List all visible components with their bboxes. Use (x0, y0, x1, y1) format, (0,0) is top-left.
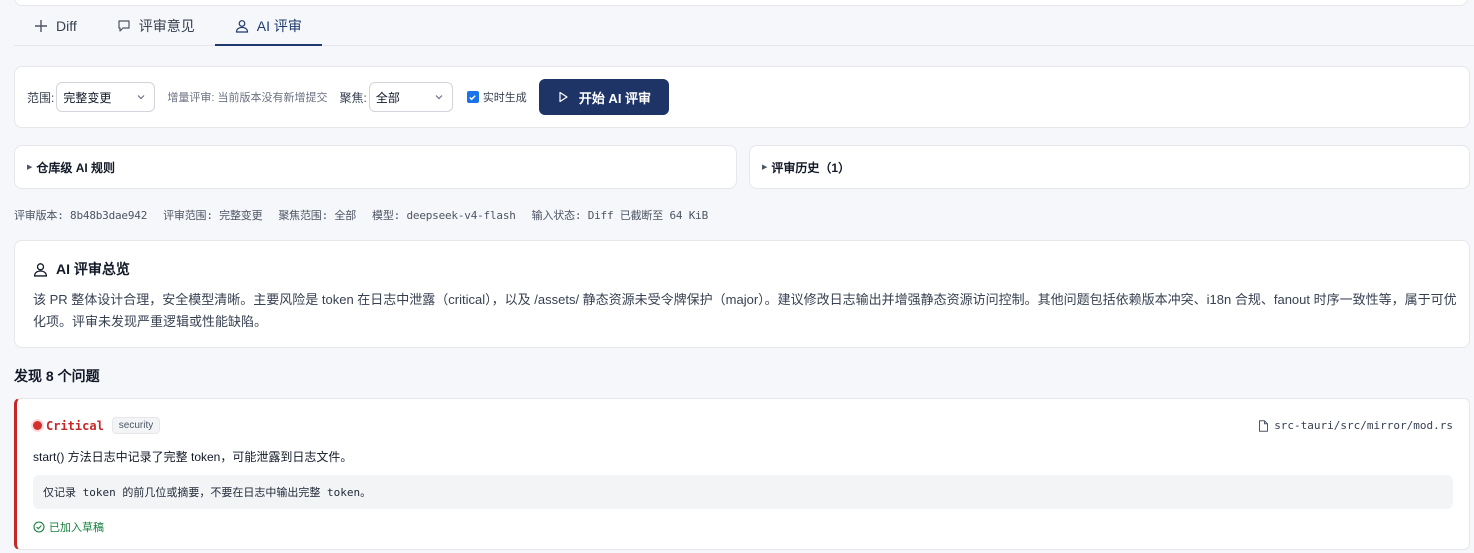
start-ai-review-label: 开始 AI 评审 (578, 90, 652, 106)
scope-select-value: 完整变更 (63, 90, 112, 105)
summary-heading: AI 评审总览 (33, 259, 1451, 279)
realtime-toggle[interactable]: 实时生成 (466, 89, 527, 105)
category-tag: security (111, 417, 161, 434)
repo-rules-panel[interactable]: ▶ 仓库级 AI 规则 (14, 145, 737, 189)
severity-badge: Critical (33, 419, 104, 433)
issues-count-title: 发现 8 个问题 (14, 368, 100, 384)
chevron-down-icon (435, 95, 443, 100)
tab-review-comments[interactable]: 评审意见 (97, 6, 215, 45)
tab-diff-label: Diff (56, 17, 77, 34)
scope-label: 范围: (27, 90, 55, 105)
summary-body: 该 PR 整体设计合理，安全模型清晰。主要风险是 token 在日志中泄露（cr… (33, 292, 1457, 329)
check-circle-icon (33, 521, 45, 533)
issue-card: Critical security src-tauri/src/mirror/m… (14, 398, 1470, 550)
focus-select[interactable]: 全部 (368, 82, 453, 112)
review-history-panel[interactable]: ▶ 评审历史（1） (749, 145, 1470, 189)
tab-ai-review-label: AI 评审 (256, 17, 302, 34)
comment-icon (118, 19, 130, 32)
tab-ai-review[interactable]: AI 评审 (214, 6, 323, 46)
meta-focus: 聚焦范围: 全部 (278, 209, 357, 222)
user-icon (235, 19, 248, 33)
meta-input-status: 输入状态: Diff 已截断至 64 KiB (531, 209, 709, 222)
added-to-draft-status: 已加入草稿 (33, 519, 1453, 535)
start-ai-review-button[interactable]: 开始 AI 评审 (538, 79, 670, 115)
focus-select-value: 全部 (375, 90, 400, 105)
scope-select[interactable]: 完整变更 (56, 82, 156, 112)
review-history-title: 评审历史（1） (771, 160, 851, 175)
tab-bar: Diff 评审意见 AI 评审 (14, 6, 1474, 46)
added-to-draft-label: 已加入草稿 (49, 522, 104, 534)
tab-diff[interactable]: Diff (14, 6, 97, 45)
issue-suggestion: 仅记录 token 的前几位或摘要，不要在日志中输出完整 token。 (33, 475, 1453, 509)
incremental-hint: 增量评审: 当前版本没有新增提交 (167, 92, 328, 104)
severity-label: Critical (46, 418, 104, 433)
focus-label: 聚焦: (339, 90, 367, 105)
chevron-down-icon (137, 95, 145, 100)
summary-title: AI 评审总览 (56, 261, 130, 277)
issue-file-link[interactable]: src-tauri/src/mirror/mod.rs (1258, 419, 1453, 432)
meta-version: 评审版本: 8b48b3dae942 (14, 209, 148, 222)
issue-header-left: Critical security (33, 417, 161, 434)
ai-summary-card: AI 评审总览 该 PR 整体设计合理，安全模型清晰。主要风险是 token 在… (14, 240, 1470, 348)
caret-right-icon: ▶ (27, 164, 33, 171)
review-meta: 评审版本: 8b48b3dae942 评审范围: 完整变更 聚焦范围: 全部 模… (14, 207, 708, 223)
issue-file-path: src-tauri/src/mirror/mod.rs (1274, 419, 1453, 432)
realtime-label: 实时生成 (482, 92, 527, 104)
review-toolbar: 范围: 完整变更 增量评审: 当前版本没有新增提交 聚焦: 全部 实时生成 开始… (14, 66, 1470, 128)
play-icon (559, 91, 568, 103)
user-icon (33, 262, 48, 277)
meta-scope: 评审范围: 完整变更 (163, 209, 263, 222)
realtime-checkbox[interactable] (466, 91, 479, 103)
severity-dot-icon (33, 421, 42, 430)
file-icon (1259, 419, 1269, 432)
ai-review-page: Diff 评审意见 AI 评审 范围: 完整变更 增量评审: 当前版本没有新增提… (0, 0, 1474, 553)
meta-model: 模型: deepseek-v4-flash (372, 209, 516, 222)
plus-icon (35, 19, 47, 32)
repo-rules-title: 仓库级 AI 规则 (36, 160, 116, 175)
issue-description: start() 方法日志中记录了完整 token，可能泄露到日志文件。 (33, 450, 353, 464)
caret-right-icon: ▶ (762, 164, 768, 171)
issue-header: Critical security src-tauri/src/mirror/m… (33, 417, 1453, 434)
check-icon (469, 94, 477, 100)
tab-review-comments-label: 评审意见 (138, 17, 195, 34)
